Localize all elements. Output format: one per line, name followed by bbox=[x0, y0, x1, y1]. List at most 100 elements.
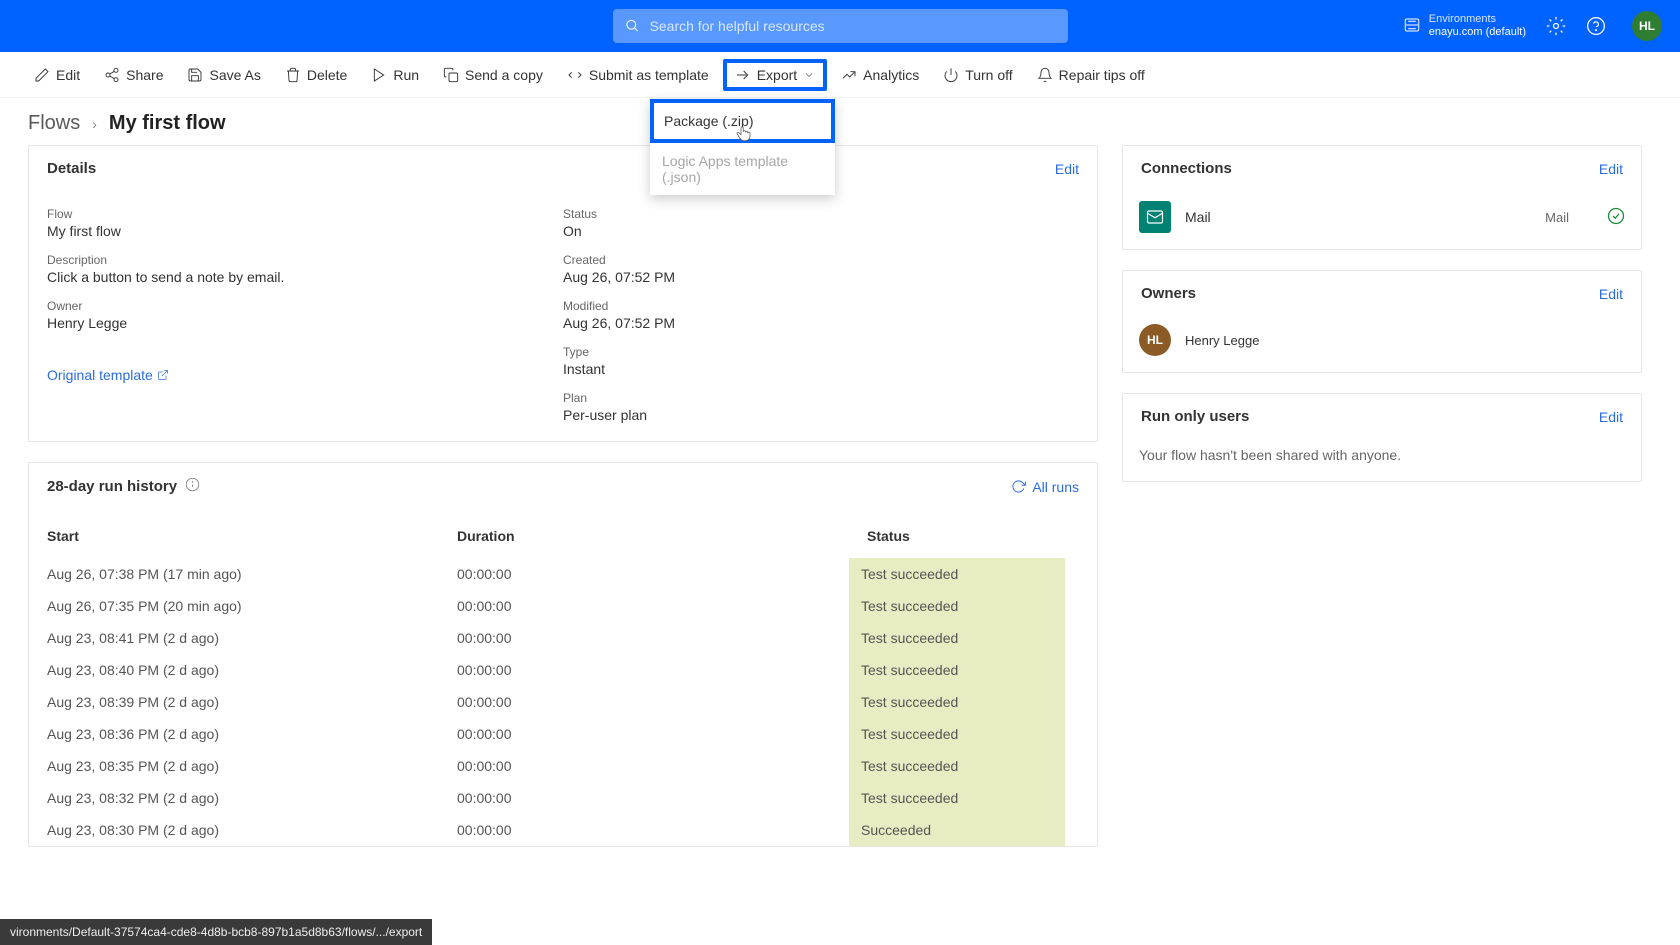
global-search[interactable] bbox=[613, 9, 1068, 43]
export-icon bbox=[735, 67, 751, 83]
bell-icon bbox=[1037, 67, 1053, 83]
turn-off-button[interactable]: Turn off bbox=[933, 61, 1022, 89]
chevron-right-icon: › bbox=[92, 116, 97, 132]
run-duration: 00:00:00 bbox=[439, 718, 849, 750]
run-start: Aug 23, 08:36 PM (2 d ago) bbox=[29, 718, 439, 750]
original-template-link[interactable]: Original template bbox=[47, 367, 169, 383]
export-logic-apps-json[interactable]: Logic Apps template (.json) bbox=[650, 143, 835, 195]
search-input[interactable] bbox=[650, 18, 1056, 34]
details-edit-link[interactable]: Edit bbox=[1055, 161, 1079, 177]
created-value: Aug 26, 07:52 PM bbox=[563, 269, 1079, 285]
run-start: Aug 23, 08:35 PM (2 d ago) bbox=[29, 750, 439, 782]
run-status: Test succeeded bbox=[849, 558, 1065, 590]
owner-avatar: HL bbox=[1139, 324, 1171, 356]
connections-edit-link[interactable]: Edit bbox=[1599, 161, 1623, 177]
export-button[interactable]: Export bbox=[723, 59, 827, 91]
run-duration: 00:00:00 bbox=[439, 782, 849, 814]
modified-value: Aug 26, 07:52 PM bbox=[563, 315, 1079, 331]
flow-value: My first flow bbox=[47, 223, 563, 239]
check-icon bbox=[1607, 207, 1625, 228]
table-row[interactable]: Aug 23, 08:35 PM (2 d ago)00:00:00Test s… bbox=[29, 750, 1097, 782]
save-as-button[interactable]: Save As bbox=[177, 61, 270, 89]
run-status: Test succeeded bbox=[849, 686, 1065, 718]
repair-tips-button[interactable]: Repair tips off bbox=[1027, 61, 1155, 89]
table-row[interactable]: Aug 26, 07:38 PM (17 min ago)00:00:00Tes… bbox=[29, 558, 1097, 590]
created-label: Created bbox=[563, 253, 1079, 267]
table-row[interactable]: Aug 23, 08:36 PM (2 d ago)00:00:00Test s… bbox=[29, 718, 1097, 750]
run-status: Test succeeded bbox=[849, 750, 1065, 782]
description-value: Click a button to send a note by email. bbox=[47, 269, 563, 285]
run-start: Aug 23, 08:40 PM (2 d ago) bbox=[29, 654, 439, 686]
table-row[interactable]: Aug 23, 08:32 PM (2 d ago)00:00:00Test s… bbox=[29, 782, 1097, 814]
details-card: Details Edit Flow My first flow Descript… bbox=[28, 145, 1098, 442]
run-only-header: Run only users bbox=[1141, 408, 1249, 425]
play-icon bbox=[371, 67, 387, 83]
run-duration: 00:00:00 bbox=[439, 590, 849, 622]
plan-value: Per-user plan bbox=[563, 407, 1079, 423]
cursor-icon bbox=[735, 125, 753, 146]
environment-icon bbox=[1403, 16, 1421, 37]
run-status: Test succeeded bbox=[849, 590, 1065, 622]
run-button[interactable]: Run bbox=[361, 61, 429, 89]
run-duration: 00:00:00 bbox=[439, 814, 849, 846]
owners-card: Owners Edit HL Henry Legge bbox=[1122, 270, 1642, 373]
settings-icon[interactable] bbox=[1546, 16, 1566, 36]
modified-label: Modified bbox=[563, 299, 1079, 313]
delete-button[interactable]: Delete bbox=[275, 61, 357, 89]
share-button[interactable]: Share bbox=[94, 61, 173, 89]
owner-value: Henry Legge bbox=[47, 315, 563, 331]
power-icon bbox=[943, 67, 959, 83]
send-copy-button[interactable]: Send a copy bbox=[433, 61, 553, 89]
refresh-icon bbox=[1011, 479, 1026, 494]
col-status: Status bbox=[849, 510, 1097, 558]
trash-icon bbox=[285, 67, 301, 83]
run-only-message: Your flow hasn't been shared with anyone… bbox=[1123, 439, 1641, 481]
type-label: Type bbox=[563, 345, 1079, 359]
col-start: Start bbox=[29, 510, 439, 558]
copy-icon bbox=[443, 67, 459, 83]
external-link-icon bbox=[157, 369, 169, 381]
connection-name: Mail bbox=[1185, 209, 1531, 225]
details-header: Details bbox=[47, 160, 96, 177]
run-history-table: Start Duration Status Aug 26, 07:38 PM (… bbox=[29, 510, 1097, 846]
run-status: Test succeeded bbox=[849, 622, 1065, 654]
connection-type: Mail bbox=[1545, 210, 1569, 225]
connections-header: Connections bbox=[1141, 160, 1232, 177]
chevron-down-icon bbox=[803, 69, 815, 81]
connection-item[interactable]: Mail Mail bbox=[1123, 191, 1641, 249]
user-avatar[interactable]: HL bbox=[1632, 11, 1662, 41]
info-icon[interactable] bbox=[185, 477, 200, 496]
all-runs-link[interactable]: All runs bbox=[1011, 479, 1079, 495]
owner-label: Owner bbox=[47, 299, 563, 313]
run-duration: 00:00:00 bbox=[439, 558, 849, 590]
run-status: Test succeeded bbox=[849, 654, 1065, 686]
run-history-card: 28-day run history All runs Start Durati… bbox=[28, 462, 1098, 847]
help-icon[interactable] bbox=[1586, 16, 1606, 36]
owner-item[interactable]: HL Henry Legge bbox=[1123, 316, 1641, 372]
analytics-button[interactable]: Analytics bbox=[831, 61, 929, 89]
owners-edit-link[interactable]: Edit bbox=[1599, 286, 1623, 302]
run-start: Aug 23, 08:30 PM (2 d ago) bbox=[29, 814, 439, 846]
table-row[interactable]: Aug 23, 08:30 PM (2 d ago)00:00:00Succee… bbox=[29, 814, 1097, 846]
table-row[interactable]: Aug 23, 08:39 PM (2 d ago)00:00:00Test s… bbox=[29, 686, 1097, 718]
environment-picker[interactable]: Environments enayu.com (default) bbox=[1403, 13, 1526, 39]
page-title: My first flow bbox=[109, 112, 226, 135]
table-row[interactable]: Aug 23, 08:40 PM (2 d ago)00:00:00Test s… bbox=[29, 654, 1097, 686]
pencil-icon bbox=[34, 67, 50, 83]
export-dropdown: Package (.zip) Logic Apps template (.jso… bbox=[650, 99, 835, 195]
breadcrumb-root[interactable]: Flows bbox=[28, 112, 80, 135]
submit-template-button[interactable]: Submit as template bbox=[557, 61, 719, 89]
run-only-edit-link[interactable]: Edit bbox=[1599, 409, 1623, 425]
run-status: Succeeded bbox=[849, 814, 1065, 846]
table-row[interactable]: Aug 23, 08:41 PM (2 d ago)00:00:00Test s… bbox=[29, 622, 1097, 654]
run-status: Test succeeded bbox=[849, 718, 1065, 750]
edit-button[interactable]: Edit bbox=[24, 61, 90, 89]
mail-icon bbox=[1139, 201, 1171, 233]
environment-name: enayu.com (default) bbox=[1429, 26, 1526, 39]
run-status: Test succeeded bbox=[849, 782, 1065, 814]
table-row[interactable]: Aug 26, 07:35 PM (20 min ago)00:00:00Tes… bbox=[29, 590, 1097, 622]
status-label: Status bbox=[563, 207, 1079, 221]
run-only-users-card: Run only users Edit Your flow hasn't bee… bbox=[1122, 393, 1642, 482]
run-duration: 00:00:00 bbox=[439, 750, 849, 782]
type-value: Instant bbox=[563, 361, 1079, 377]
